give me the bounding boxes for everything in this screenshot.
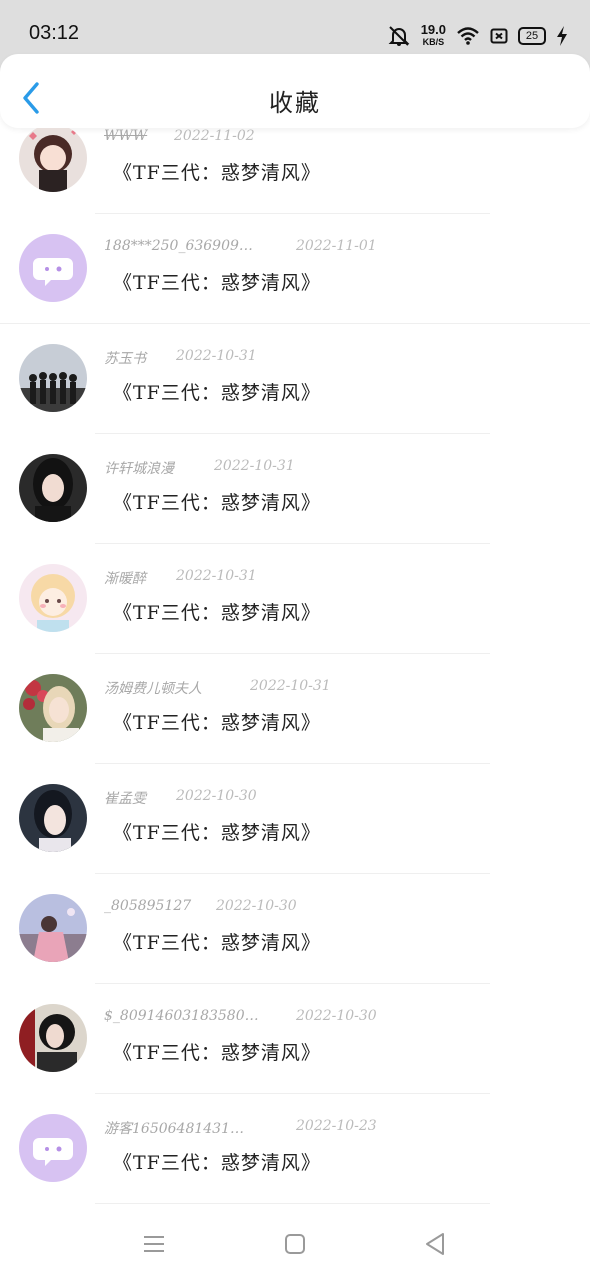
- speed-unit: KB/S: [422, 37, 445, 47]
- avatar: [19, 894, 87, 962]
- item-meta: _805895127 2022-10-30: [104, 898, 297, 914]
- divider: [95, 1203, 490, 1204]
- item-title: 《TF三代：惑梦清风》: [113, 602, 321, 624]
- user-name: 崔孟雯: [104, 791, 146, 807]
- post-date: 2022-10-31: [214, 458, 295, 474]
- back-triangle-icon: [426, 1233, 444, 1255]
- list-item[interactable]: 崔孟雯 2022-10-30 《TF三代：惑梦清风》: [0, 764, 590, 874]
- item-title: 《TF三代：惑梦清风》: [113, 492, 321, 514]
- avatar: [19, 1114, 87, 1182]
- post-date: 2022-10-30: [216, 898, 297, 914]
- post-date: 2022-10-30: [176, 788, 257, 804]
- list-item[interactable]: WWW 2022-11-02 《TF三代：惑梦清风》: [0, 128, 590, 214]
- battery-level: 25: [518, 27, 546, 45]
- item-title: 《TF三代：惑梦清风》: [113, 272, 321, 294]
- status-icons: 19.0 KB/S 25: [387, 22, 568, 50]
- user-name: 渐暖醉: [104, 571, 146, 587]
- post-date: 2022-10-31: [176, 568, 257, 584]
- status-time: 03:12: [29, 22, 80, 44]
- wifi-icon: [457, 27, 479, 45]
- item-meta: 汤姆费儿顿夫人 2022-10-31: [104, 678, 331, 698]
- battery-icon: 25: [518, 27, 546, 45]
- item-meta: 渐暖醉 2022-10-31: [104, 568, 257, 588]
- network-speed: 19.0 KB/S: [420, 22, 446, 47]
- menu-icon: [144, 1236, 164, 1252]
- user-name: 苏玉书: [104, 351, 146, 367]
- user-name: WWW: [104, 128, 148, 144]
- avatar: [19, 1004, 87, 1072]
- system-nav-bar: [0, 1208, 590, 1280]
- favorites-list: WWW 2022-11-02 《TF三代：惑梦清风》 188***250_636…: [0, 128, 590, 1208]
- avatar: [19, 784, 87, 852]
- user-name: 游客16506481431…: [104, 1121, 244, 1137]
- home-button[interactable]: [281, 1230, 309, 1258]
- post-date: 2022-11-01: [296, 238, 377, 254]
- item-title: 《TF三代：惑梦清风》: [113, 932, 321, 954]
- item-meta: $_80914603183580… 2022-10-30: [104, 1008, 377, 1024]
- list-item[interactable]: 游客16506481431… 2022-10-23 《TF三代：惑梦清风》: [0, 1094, 590, 1204]
- mute-bell-icon: [388, 26, 410, 46]
- speed-value: 19.0: [420, 22, 446, 37]
- item-title: 《TF三代：惑梦清风》: [113, 1152, 321, 1174]
- item-title: 《TF三代：惑梦清风》: [113, 712, 321, 734]
- list-item[interactable]: 许轩城浪漫 2022-10-31 《TF三代：惑梦清风》: [0, 434, 590, 544]
- chat-bubble-icon: [19, 1114, 87, 1182]
- item-title: 《TF三代：惑梦清风》: [113, 162, 321, 184]
- post-date: 2022-10-30: [296, 1008, 377, 1024]
- item-title: 《TF三代：惑梦清风》: [113, 822, 321, 844]
- avatar: [19, 344, 87, 412]
- home-square-icon: [285, 1234, 305, 1254]
- list-item[interactable]: 渐暖醉 2022-10-31 《TF三代：惑梦清风》: [0, 544, 590, 654]
- item-meta: 许轩城浪漫 2022-10-31: [104, 458, 295, 478]
- sim-icon: [490, 28, 508, 44]
- menu-button[interactable]: [140, 1230, 168, 1258]
- post-date: 2022-10-31: [176, 348, 257, 364]
- charging-icon: [557, 26, 567, 46]
- user-name: _805895127: [104, 898, 192, 914]
- back-nav-button[interactable]: [421, 1230, 449, 1258]
- item-title: 《TF三代：惑梦清风》: [113, 382, 321, 404]
- post-date: 2022-11-02: [174, 128, 255, 144]
- user-name: 许轩城浪漫: [104, 461, 174, 477]
- list-item[interactable]: 汤姆费儿顿夫人 2022-10-31 《TF三代：惑梦清风》: [0, 654, 590, 764]
- item-meta: 游客16506481431… 2022-10-23: [104, 1118, 377, 1138]
- avatar: [19, 234, 87, 302]
- user-name: $_80914603183580…: [104, 1008, 259, 1024]
- post-date: 2022-10-31: [250, 678, 331, 694]
- user-name: 188***250_636909…: [104, 238, 253, 254]
- list-item[interactable]: _805895127 2022-10-30 《TF三代：惑梦清风》: [0, 874, 590, 984]
- item-meta: WWW 2022-11-02: [104, 128, 255, 144]
- header: 收藏: [0, 54, 590, 128]
- list-item[interactable]: 苏玉书 2022-10-31 《TF三代：惑梦清风》: [0, 324, 590, 434]
- list-item[interactable]: $_80914603183580… 2022-10-30 《TF三代：惑梦清风》: [0, 984, 590, 1094]
- page-title: 收藏: [269, 89, 321, 117]
- item-title: 《TF三代：惑梦清风》: [113, 1042, 321, 1064]
- user-name: 汤姆费儿顿夫人: [104, 681, 202, 697]
- avatar: [19, 128, 87, 192]
- avatar: [19, 674, 87, 742]
- item-meta: 188***250_636909… 2022-11-01: [104, 238, 377, 254]
- item-meta: 苏玉书 2022-10-31: [104, 348, 257, 368]
- list-item[interactable]: 188***250_636909… 2022-11-01 《TF三代：惑梦清风》: [0, 214, 590, 324]
- post-date: 2022-10-23: [296, 1118, 377, 1134]
- item-meta: 崔孟雯 2022-10-30: [104, 788, 257, 808]
- avatar: [19, 454, 87, 522]
- chat-bubble-icon: [19, 234, 87, 302]
- avatar: [19, 564, 87, 632]
